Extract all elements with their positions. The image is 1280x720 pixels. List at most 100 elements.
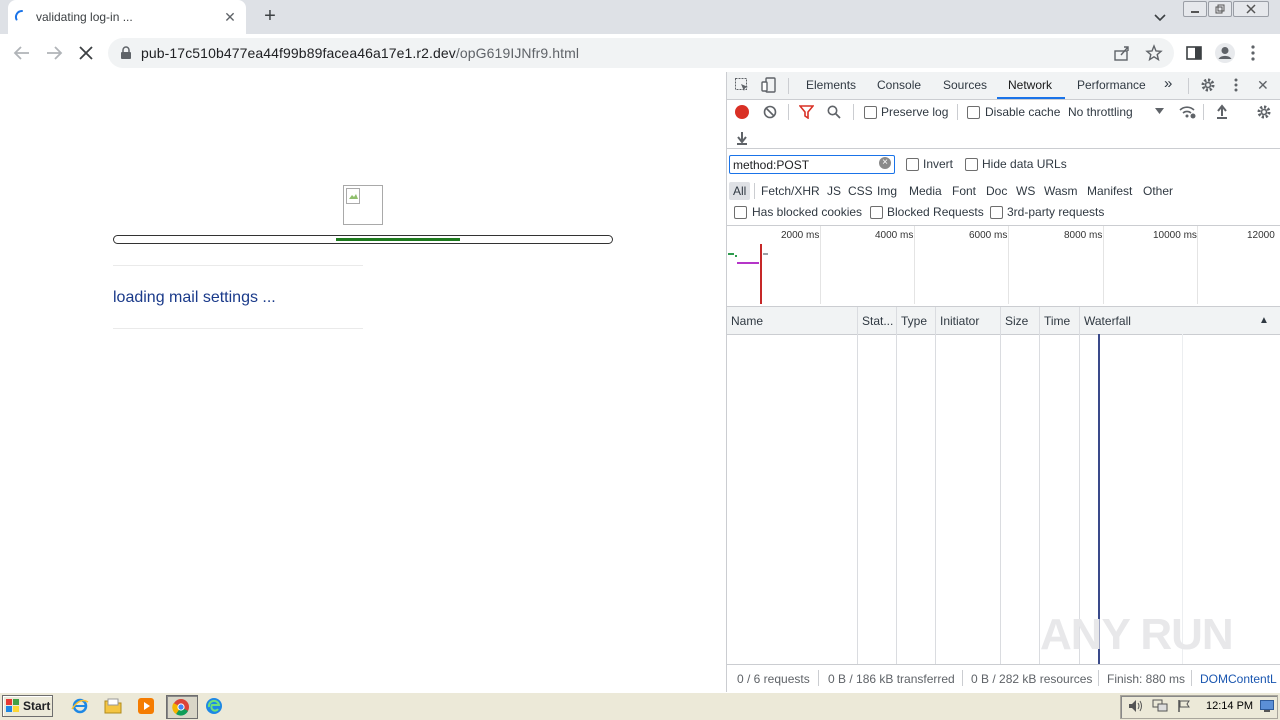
column-name[interactable]: Name (731, 314, 763, 328)
volume-icon[interactable] (1128, 699, 1144, 713)
type-filter-font[interactable]: Font (948, 182, 980, 200)
hide-data-urls-label: Hide data URLs (982, 157, 1067, 171)
status-transferred: 0 B / 186 kB transferred (828, 672, 955, 686)
start-label: Start (23, 699, 51, 713)
export-har-icon[interactable] (735, 130, 749, 146)
back-arrow-icon[interactable] (12, 44, 32, 62)
search-icon[interactable] (827, 105, 841, 119)
restore-button[interactable] (1208, 1, 1232, 17)
tab-elements[interactable]: Elements (806, 78, 856, 92)
more-tabs-button[interactable]: » (1164, 75, 1172, 92)
status-separator (1098, 670, 1099, 686)
filter-funnel-icon[interactable] (799, 105, 814, 119)
toolbar-separator (1188, 78, 1189, 94)
type-filter-other[interactable]: Other (1139, 182, 1177, 200)
share-icon[interactable] (1113, 44, 1131, 62)
has-blocked-cookies-checkbox[interactable] (734, 206, 747, 219)
tab-network[interactable]: Network (1008, 78, 1052, 92)
dropdown-arrow-icon[interactable] (1155, 108, 1164, 114)
taskbar-clock[interactable]: 12:14 PM (1206, 700, 1253, 712)
type-filter-css[interactable]: CSS (844, 182, 877, 200)
devtools-close-button[interactable]: ✕ (1257, 77, 1269, 94)
import-har-icon[interactable] (1215, 104, 1229, 120)
filter-input-value: method:POST (733, 158, 810, 172)
preserve-log-checkbox[interactable] (864, 106, 877, 119)
blocked-requests-label: Blocked Requests (887, 205, 984, 219)
overview-gridline (820, 226, 821, 304)
network-settings-gear-icon[interactable] (1256, 104, 1272, 120)
network-conditions-icon[interactable] (1179, 104, 1197, 120)
type-filter-doc[interactable]: Doc (982, 182, 1011, 200)
browser-menu-icon[interactable] (1250, 44, 1256, 62)
type-filter-ws[interactable]: WS (1012, 182, 1039, 200)
media-player-icon[interactable] (137, 697, 155, 715)
record-icon[interactable] (734, 104, 750, 120)
type-filter-media[interactable]: Media (905, 182, 946, 200)
profile-avatar-icon[interactable] (1214, 42, 1236, 64)
start-button[interactable]: Start (2, 695, 53, 717)
tab-close-button[interactable]: ✕ (222, 9, 238, 25)
lock-icon[interactable] (120, 46, 132, 60)
column-waterfall[interactable]: Waterfall (1084, 314, 1131, 328)
column-time[interactable]: Time (1044, 314, 1070, 328)
invert-label: Invert (923, 157, 954, 171)
progress-bar-fill (336, 238, 460, 241)
show-desktop-icon[interactable] (1260, 700, 1274, 712)
toolbar-separator (853, 104, 854, 120)
toolbar-separator (1203, 104, 1204, 120)
type-filter-wasm[interactable]: Wasm (1040, 182, 1082, 200)
type-filter-all[interactable]: All (729, 182, 751, 200)
type-filter-fetch-xhr[interactable]: Fetch/XHR (757, 182, 824, 200)
overview-gridline (1008, 226, 1009, 304)
divider (113, 265, 363, 266)
window-close-button[interactable] (1233, 1, 1269, 17)
tab-search-chevron-icon[interactable] (1152, 9, 1168, 25)
url-host: pub-17c510b477ea44f99b89facea46a17e1.r2.… (141, 45, 456, 61)
minimize-button[interactable] (1183, 1, 1207, 17)
settings-gear-icon[interactable] (1200, 77, 1216, 93)
inspect-element-icon[interactable] (734, 77, 750, 93)
status-separator (818, 670, 819, 686)
hide-data-urls-checkbox[interactable] (965, 158, 978, 171)
filter-clear-icon[interactable]: × (879, 157, 891, 169)
third-party-checkbox[interactable] (990, 206, 1003, 219)
network-tray-icon[interactable] (1152, 699, 1168, 713)
status-separator (1191, 670, 1192, 686)
type-filter-manifest[interactable]: Manifest (1083, 182, 1136, 200)
overview-tick-label: 8000 ms (1064, 230, 1103, 241)
chrome-taskbar-button[interactable] (166, 695, 198, 719)
invert-checkbox[interactable] (906, 158, 919, 171)
tab-sources[interactable]: Sources (943, 78, 987, 92)
device-toolbar-icon[interactable] (761, 77, 777, 93)
side-panel-icon[interactable] (1185, 44, 1203, 62)
disable-cache-checkbox[interactable] (967, 106, 980, 119)
column-size[interactable]: Size (1005, 314, 1028, 328)
column-status[interactable]: Stat... (862, 314, 893, 328)
throttling-select[interactable]: No throttling (1068, 105, 1133, 119)
blocked-requests-checkbox[interactable] (870, 206, 883, 219)
web-page (0, 72, 726, 692)
tab-title: validating log-in ... (36, 10, 133, 24)
new-tab-button[interactable]: + (260, 6, 280, 26)
toolbar-separator (754, 183, 755, 199)
type-filter-img[interactable]: Img (873, 182, 901, 200)
sort-ascending-icon: ▲ (1259, 315, 1269, 326)
tab-console[interactable]: Console (877, 78, 921, 92)
overview-tick-label: 4000 ms (875, 230, 914, 241)
preserve-log-label: Preserve log (881, 105, 949, 119)
overview-tick-label: 2000 ms (781, 230, 820, 241)
bookmark-star-icon[interactable] (1145, 44, 1163, 62)
file-explorer-icon[interactable] (104, 697, 122, 715)
clear-icon[interactable] (763, 105, 777, 119)
devtools-menu-icon[interactable] (1233, 77, 1239, 93)
type-filter-js[interactable]: JS (823, 182, 845, 200)
url-text[interactable]: pub-17c510b477ea44f99b89facea46a17e1.r2.… (141, 45, 579, 61)
column-initiator[interactable]: Initiator (940, 314, 979, 328)
internet-explorer-icon[interactable] (71, 697, 89, 715)
forward-arrow-icon[interactable] (44, 44, 64, 62)
stop-loading-icon[interactable] (77, 44, 95, 62)
tab-performance[interactable]: Performance (1077, 78, 1146, 92)
edge-icon[interactable] (205, 697, 223, 715)
column-type[interactable]: Type (901, 314, 927, 328)
action-center-flag-icon[interactable] (1177, 699, 1191, 713)
